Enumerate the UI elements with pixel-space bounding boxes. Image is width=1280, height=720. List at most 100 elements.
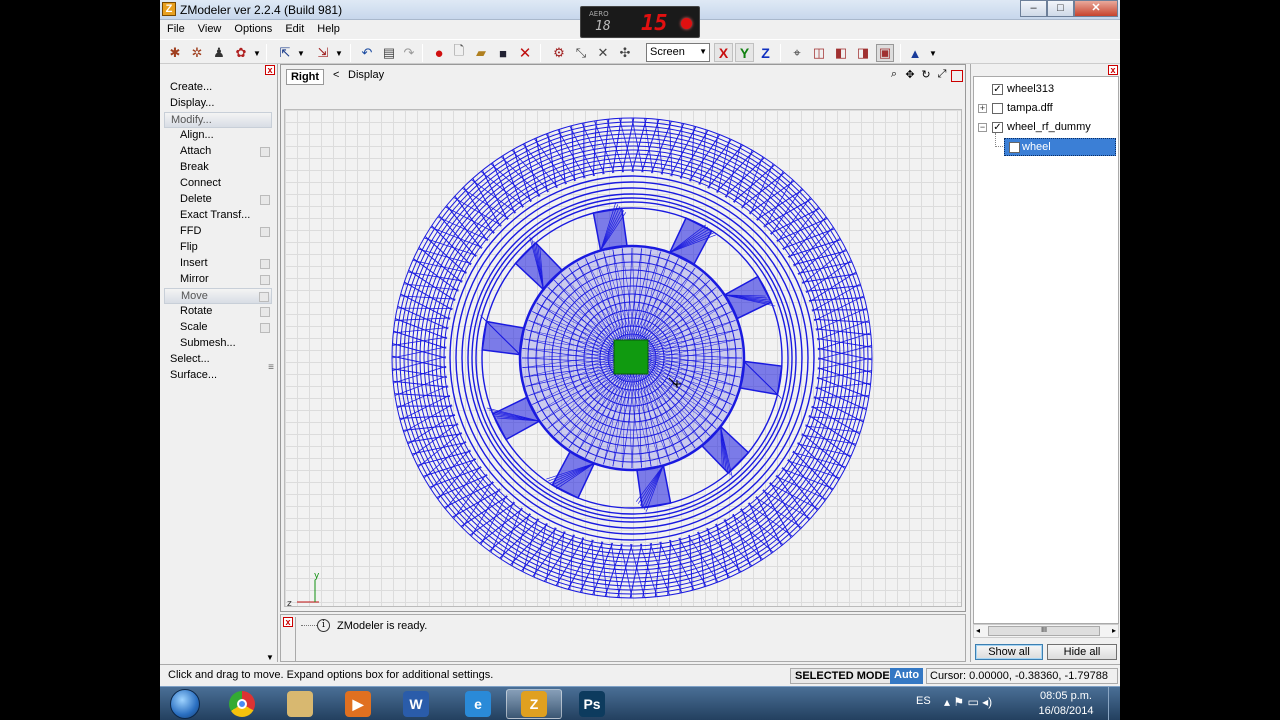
taskbar-internet-explorer[interactable]: e — [450, 689, 506, 719]
scroll-thumb[interactable]: III — [988, 626, 1100, 636]
taskbar-explorer[interactable] — [272, 689, 328, 719]
command-select[interactable]: Select... — [164, 352, 272, 368]
cube-selected-icon[interactable]: ▣ — [876, 44, 894, 62]
chevron-down-icon[interactable]: ▼ — [334, 44, 344, 62]
delete-icon[interactable]: ✕ — [516, 44, 534, 62]
minimize-button[interactable]: – — [1020, 0, 1047, 17]
taskbar-chrome[interactable] — [214, 689, 270, 719]
coordinate-system-select[interactable]: Screen ▼ — [646, 43, 710, 62]
maximize-button[interactable]: □ — [1047, 0, 1074, 17]
menu-edit[interactable]: Edit — [285, 21, 311, 39]
new-file-icon[interactable]: 🗋 — [450, 43, 468, 62]
command-rotate[interactable]: Rotate — [164, 304, 272, 320]
message-panel-close-icon[interactable]: x — [283, 617, 293, 627]
view-name-button[interactable]: Right — [286, 69, 324, 85]
command-display[interactable]: Display... — [164, 96, 272, 112]
save-icon[interactable]: ■ — [494, 44, 512, 62]
visibility-checkbox[interactable] — [1009, 142, 1020, 153]
close-button[interactable]: ✕ — [1074, 0, 1118, 17]
wheel-wireframe[interactable]: yz — [285, 110, 963, 608]
selected-mode-badge[interactable]: SELECTED MODE — [790, 668, 895, 684]
command-align[interactable]: Align... — [164, 128, 272, 144]
chevron-down-icon[interactable]: ▼ — [296, 44, 306, 62]
menu-help[interactable]: Help — [317, 21, 347, 39]
back-arrow-icon[interactable]: < — [333, 69, 339, 81]
viewport-canvas[interactable]: yz — [284, 109, 963, 608]
language-indicator[interactable]: ES — [916, 695, 931, 707]
show-desktop-button[interactable] — [1108, 687, 1120, 720]
command-flip[interactable]: Flip — [164, 240, 272, 256]
notes-icon[interactable]: ▤ — [380, 44, 398, 62]
record-macro-icon[interactable]: ● — [430, 44, 448, 62]
command-attach[interactable]: Attach — [164, 144, 272, 160]
clock[interactable]: 08:05 p.m. 16/08/2014 — [1034, 689, 1098, 719]
command-connect[interactable]: Connect — [164, 176, 272, 192]
axis-move-icon[interactable]: ⤡ — [572, 44, 590, 62]
zoom-icon[interactable]: ⌕ — [887, 68, 901, 82]
command-mirror[interactable]: Mirror — [164, 272, 272, 288]
cube-front-icon[interactable]: ◫ — [810, 44, 828, 62]
selection-mode-icon[interactable]: ✿ — [232, 44, 250, 62]
pan-icon[interactable]: ✥ — [903, 68, 917, 82]
import-icon[interactable]: ⇱ — [276, 44, 294, 62]
scroll-down-icon[interactable]: ▼ — [266, 653, 274, 662]
tray-icons[interactable]: ▴ ⚑ ▭ ◂) — [944, 695, 992, 709]
taskbar-photoshop[interactable]: Ps — [564, 689, 620, 719]
menu-view[interactable]: View — [198, 21, 229, 39]
tree-horizontal-scrollbar[interactable]: ◂ III ▸ — [973, 624, 1119, 638]
axis-x-toggle[interactable]: X — [714, 43, 733, 62]
command-move[interactable]: Move — [164, 288, 272, 304]
scroll-right-icon[interactable]: ▸ — [1112, 626, 1116, 635]
redo-icon[interactable]: ↷ — [400, 44, 418, 62]
cube-side-icon[interactable]: ◧ — [832, 44, 850, 62]
menu-options[interactable]: Options — [234, 21, 279, 39]
visibility-checkbox[interactable] — [992, 103, 1003, 114]
menu-file[interactable]: File — [167, 21, 192, 39]
axis-y-toggle[interactable]: Y — [735, 43, 754, 62]
fit-icon[interactable]: ⤢ — [935, 68, 949, 82]
maximize-viewport-icon[interactable] — [951, 70, 963, 82]
collapse-icon[interactable]: − — [978, 123, 987, 132]
visibility-checkbox[interactable]: ✓ — [992, 84, 1003, 95]
command-ffd[interactable]: FFD — [164, 224, 272, 240]
axis-scale-icon[interactable]: ✣ — [616, 44, 634, 62]
export-icon[interactable]: ⇲ — [314, 44, 332, 62]
cube-top-icon[interactable]: ◨ — [854, 44, 872, 62]
command-create[interactable]: Create... — [164, 80, 272, 96]
tree-panel-close-icon[interactable]: x — [1108, 65, 1118, 75]
pivot-icon[interactable]: ⚙ — [550, 44, 568, 62]
show-all-button[interactable]: Show all — [975, 644, 1043, 660]
chevron-down-icon[interactable]: ▼ — [928, 44, 938, 62]
walker-icon[interactable]: ♟ — [210, 44, 228, 62]
command-scale[interactable]: Scale — [164, 320, 272, 336]
command-exact-transf[interactable]: Exact Transf... — [164, 208, 272, 224]
tree-node-wheel[interactable]: wheel — [995, 133, 1116, 156]
visibility-checkbox[interactable]: ✓ — [992, 122, 1003, 133]
taskbar-zmodeler[interactable]: Z — [506, 689, 562, 719]
command-modify[interactable]: Modify... — [164, 112, 272, 128]
command-insert[interactable]: Insert — [164, 256, 272, 272]
undo-icon[interactable]: ↶ — [358, 44, 376, 62]
render-icon[interactable]: ▲ — [906, 44, 924, 62]
taskbar-word[interactable]: W — [388, 689, 444, 719]
display-mode-label[interactable]: Display — [348, 69, 384, 81]
auto-badge[interactable]: Auto — [890, 668, 924, 684]
start-button[interactable] — [170, 689, 200, 719]
expand-icon[interactable]: + — [978, 104, 987, 113]
select-tool-icon[interactable]: ✱ — [166, 44, 184, 62]
command-delete[interactable]: Delete — [164, 192, 272, 208]
scroll-left-icon[interactable]: ◂ — [976, 626, 980, 635]
record-icon[interactable] — [681, 18, 692, 29]
command-break[interactable]: Break — [164, 160, 272, 176]
snap-icon[interactable]: ⌖ — [788, 44, 806, 62]
chevron-down-icon[interactable]: ▼ — [252, 44, 262, 62]
hide-all-button[interactable]: Hide all — [1047, 644, 1117, 660]
orbit-icon[interactable]: ↻ — [919, 68, 933, 82]
command-panel-scrollbar[interactable]: ▼ — [265, 74, 277, 662]
taskbar-media-player[interactable]: ▶ — [330, 689, 386, 719]
open-folder-icon[interactable]: ▰ — [472, 44, 490, 62]
command-submesh[interactable]: Submesh... — [164, 336, 272, 352]
select-by-icon[interactable]: ✲ — [188, 44, 206, 62]
command-surface[interactable]: Surface... — [164, 368, 272, 384]
axis-rotate-icon[interactable]: ✕ — [594, 44, 612, 62]
